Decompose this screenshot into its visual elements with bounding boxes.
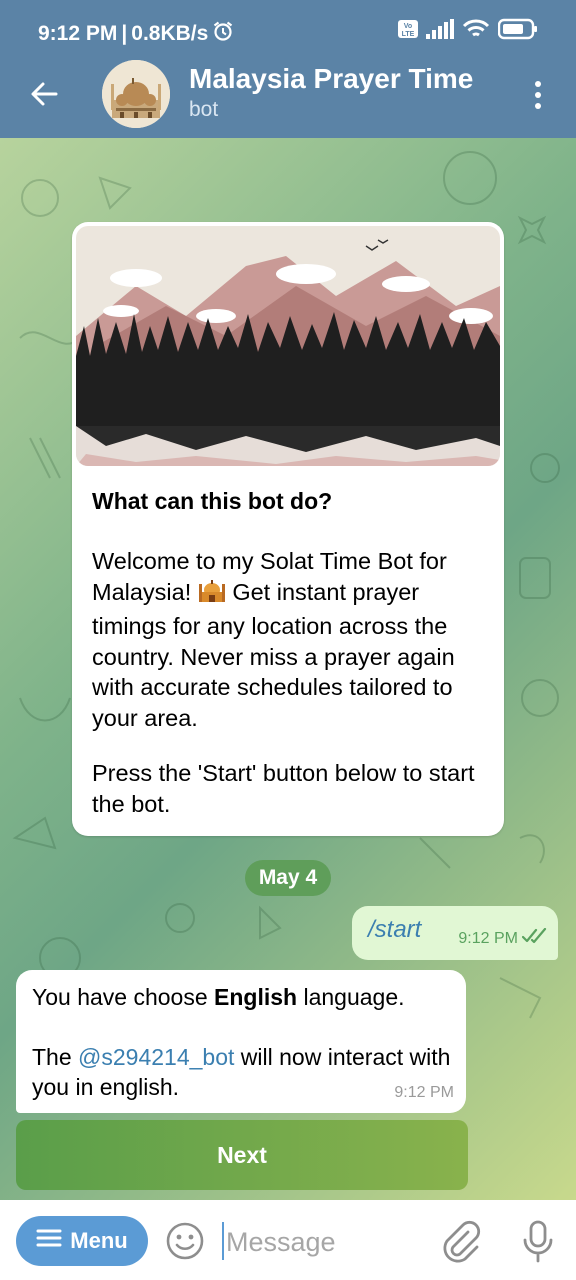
bot-avatar[interactable] [102, 60, 170, 128]
incoming-message-line-1: You have choose English language. [32, 984, 405, 1010]
network-speed: 0.8KB/s [131, 22, 209, 45]
message-composer: Menu [0, 1200, 576, 1280]
alarm-icon [212, 20, 234, 48]
status-left: 9:12 PM | 0.8KB/s [38, 20, 234, 48]
incoming-message-line-2: The @s294214_bot will now interact with … [32, 1044, 451, 1100]
signal-icon [426, 19, 454, 44]
hamburger-icon [36, 1228, 62, 1254]
back-button[interactable] [24, 76, 64, 116]
mosque-emoji-icon [198, 578, 226, 612]
menu-label: Menu [70, 1228, 128, 1253]
microphone-icon [516, 1220, 560, 1268]
volte-icon: Vo LTE [398, 20, 418, 43]
status-icons: Vo LTE [398, 18, 538, 45]
chat-title: Malaysia Prayer Time [189, 63, 474, 94]
intro-paragraph-2: Press the 'Start' button below to start … [92, 760, 475, 817]
outgoing-message[interactable]: /start 9:12 PM [352, 906, 558, 960]
paperclip-icon [438, 1220, 482, 1268]
bot-menu-button[interactable]: Menu [16, 1216, 148, 1266]
chat-title-block[interactable]: Malaysia Prayer Time bot [189, 62, 473, 123]
outgoing-message-time: 9:12 PM [458, 930, 518, 947]
battery-icon [497, 18, 538, 45]
chat-header: 9:12 PM | 0.8KB/s Vo LTE Malaysia Prayer… [0, 0, 576, 138]
date-separator: May 4 [245, 860, 331, 896]
more-options-button[interactable] [518, 73, 558, 117]
attach-button[interactable] [438, 1218, 482, 1264]
svg-text:LTE: LTE [402, 31, 415, 38]
voice-record-button[interactable] [516, 1218, 560, 1264]
arrow-left-icon [29, 79, 59, 114]
intro-paragraph-1: Welcome to my Solat Time Bot for Malaysi… [92, 548, 455, 731]
intro-heading: What can this bot do? [92, 488, 333, 514]
emoji-button[interactable] [164, 1220, 206, 1262]
bot-intro-card: What can this bot do? Welcome to my Sola… [72, 222, 504, 836]
svg-text:Vo: Vo [404, 23, 412, 30]
incoming-message[interactable]: You have choose English language. The @s… [16, 970, 466, 1113]
chat-area[interactable]: What can this bot do? Welcome to my Sola… [0, 138, 576, 1200]
wifi-icon [462, 18, 490, 45]
status-bar: 9:12 PM | 0.8KB/s Vo LTE [0, 0, 576, 64]
smiley-icon [164, 1222, 206, 1266]
next-button[interactable]: Next [16, 1120, 468, 1190]
incoming-message-time: 9:12 PM [394, 1084, 454, 1101]
bot-mention-link[interactable]: @s294214_bot [78, 1044, 234, 1070]
outgoing-message-text[interactable]: /start [368, 916, 421, 944]
intro-landscape-image [76, 226, 500, 466]
double-check-icon [521, 927, 548, 949]
more-vertical-icon [535, 81, 541, 87]
chat-subtitle: bot [189, 98, 219, 121]
status-time: 9:12 PM [38, 22, 118, 45]
message-input[interactable] [224, 1218, 428, 1266]
